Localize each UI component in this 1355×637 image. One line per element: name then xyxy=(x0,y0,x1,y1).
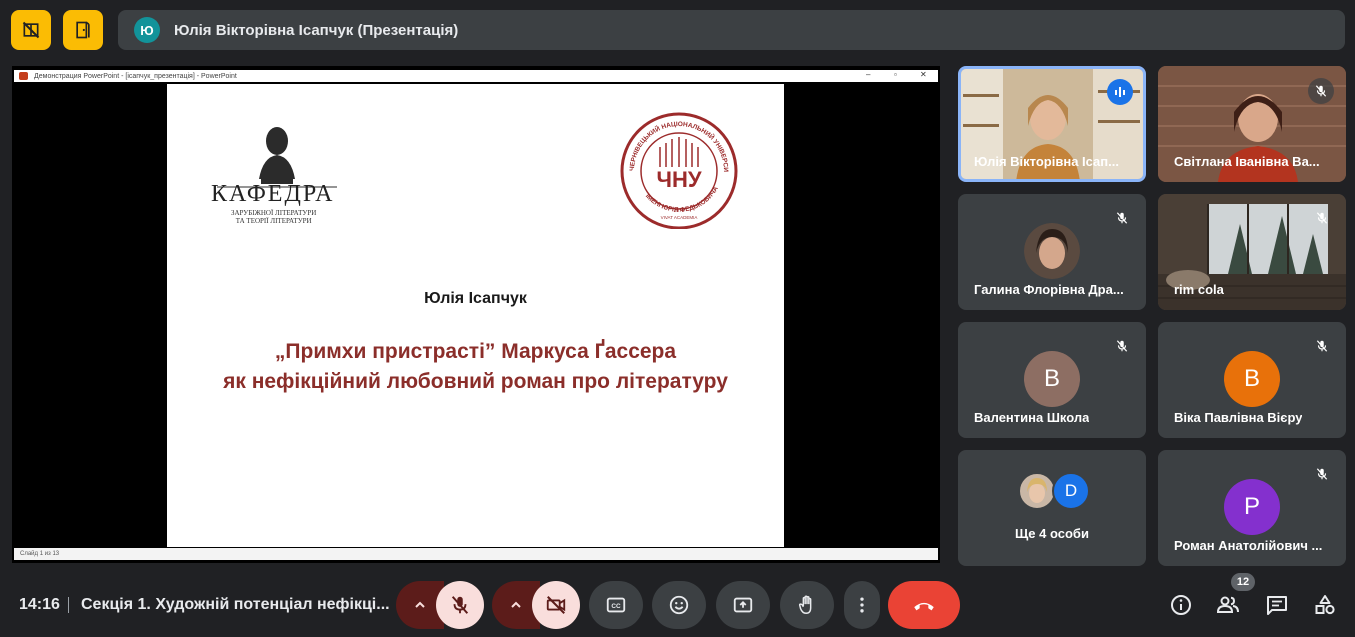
people-button[interactable] xyxy=(1216,593,1240,617)
layout-button[interactable] xyxy=(63,10,103,50)
mic-off-icon xyxy=(1112,336,1132,356)
mic-off-icon xyxy=(1312,336,1332,356)
maximize-icon: ▫ xyxy=(894,70,897,79)
microphone-toggle-button[interactable] xyxy=(436,581,484,629)
participant-name: rim cola xyxy=(1174,282,1224,297)
participant-name: Валентина Школа xyxy=(974,410,1090,425)
mic-off-icon xyxy=(1308,78,1334,104)
participant-name: Галина Флорівна Дра... xyxy=(974,282,1124,297)
university-seal: ЧЕРНІВЕЦЬКИЙ НАЦІОНАЛЬНИЙ УНІВЕРСИТЕТ ІМ… xyxy=(610,104,747,230)
participant-name: Віка Павлівна Вієру xyxy=(1174,410,1303,425)
participant-photo xyxy=(1024,223,1080,279)
minimize-icon: – xyxy=(866,70,871,79)
hide-tiles-button[interactable] xyxy=(11,10,51,50)
powerpoint-statusbar: Слайд 1 из 13 xyxy=(14,548,938,560)
participant-tile-5[interactable]: В Валентина Школа xyxy=(958,322,1146,438)
more-options-button[interactable] xyxy=(844,581,880,629)
meeting-details-button[interactable] xyxy=(1169,593,1193,617)
mic-off-icon xyxy=(1312,208,1332,228)
presentation-title-bar: Ю Юлія Вікторівна Ісапчук (Презентація) xyxy=(118,10,1345,50)
participant-tile-3[interactable]: Галина Флорівна Дра... xyxy=(958,194,1146,310)
meeting-title: Секція 1. Художній потенціал нефікці... xyxy=(81,596,390,613)
presentation-title: Юлія Вікторівна Ісапчук (Презентація) xyxy=(174,21,459,39)
info-icon xyxy=(1171,595,1191,615)
kafedra-logo: КАФЕДРА ЗАРУБІЖНОЇ ЛІТЕРАТУРИ ТА ТЕОРІЇ … xyxy=(197,119,357,225)
hand-icon xyxy=(798,595,812,614)
kafedra-subtitle-line2: ТА ТЕОРІЇ ЛІТЕРАТУРИ xyxy=(235,217,312,225)
activities-button[interactable] xyxy=(1313,593,1337,617)
close-icon: ✕ xyxy=(920,70,927,79)
chat-button[interactable] xyxy=(1265,593,1289,617)
mic-off-icon xyxy=(451,596,469,614)
slide-title-line2: як нефікційний любовний роман про літера… xyxy=(223,370,728,393)
people-count-badge: 12 xyxy=(1231,573,1255,591)
slide-author: Юлія Ісапчук xyxy=(424,290,527,307)
camera-off-icon xyxy=(546,596,566,614)
present-button[interactable] xyxy=(716,581,770,629)
kafedra-word: КАФЕДРА xyxy=(211,181,335,207)
raise-hand-button[interactable] xyxy=(780,581,834,629)
powerpoint-window-title: Демонстрация PowerPoint - [ісапчук_презе… xyxy=(34,72,237,80)
chevron-up-icon xyxy=(511,601,521,608)
more-vert-icon xyxy=(860,597,864,613)
participant-tile-8[interactable]: Р Роман Анатолійович ... xyxy=(1158,450,1346,566)
participant-avatar: В xyxy=(1024,351,1080,407)
present-screen-icon xyxy=(733,597,753,613)
slide-counter: Слайд 1 из 13 xyxy=(20,551,60,557)
bust-icon xyxy=(217,127,337,188)
participant-tile-2[interactable]: Світлана Іванівна Ва... xyxy=(1158,66,1346,182)
participant-tile-4[interactable]: rim cola xyxy=(1158,194,1346,310)
grid-off-icon xyxy=(22,21,40,39)
mic-off-icon xyxy=(1112,208,1132,228)
speaking-indicator-icon xyxy=(1107,79,1133,105)
chat-icon xyxy=(1267,596,1287,615)
participant-name: Світлана Іванівна Ва... xyxy=(1174,154,1320,169)
slide: КАФЕДРА ЗАРУБІЖНОЇ ЛІТЕРАТУРИ ТА ТЕОРІЇ … xyxy=(167,84,784,547)
shared-screen: Демонстрация PowerPoint - [ісапчук_презе… xyxy=(12,66,940,563)
kafedra-subtitle-line1: ЗАРУБІЖНОЇ ЛІТЕРАТУРИ xyxy=(231,209,317,217)
svg-text:CC: CC xyxy=(611,603,621,610)
participant-name: Роман Анатолійович ... xyxy=(1174,538,1323,553)
divider xyxy=(68,597,69,613)
reactions-button[interactable] xyxy=(652,581,706,629)
mic-off-icon xyxy=(1312,464,1332,484)
powerpoint-icon xyxy=(19,72,28,80)
captions-button[interactable]: CC xyxy=(589,581,643,629)
clock: 14:16 xyxy=(19,596,60,613)
kafedra-subtitle: ЗАРУБІЖНОЇ ЛІТЕРАТУРИ ТА ТЕОРІЇ ЛІТЕРАТУ… xyxy=(231,209,316,225)
shapes-icon xyxy=(1315,595,1335,615)
presenter-avatar: Ю xyxy=(134,17,160,43)
participant-tile-1[interactable]: Юлія Вікторівна Ісап... xyxy=(958,66,1146,182)
participant-tile-6[interactable]: В Віка Павлівна Вієру xyxy=(1158,322,1346,438)
participant-name: Юлія Вікторівна Ісап... xyxy=(974,154,1119,169)
hang-up-icon xyxy=(914,602,934,611)
more-participants-tile[interactable]: D Ще 4 особи xyxy=(958,450,1146,566)
seal-motto: VIVAT ACADEMIA xyxy=(661,215,698,220)
participant-photo xyxy=(1018,472,1056,510)
camera-toggle-button[interactable] xyxy=(532,581,580,629)
participant-avatar: D xyxy=(1052,472,1090,510)
closed-captions-icon: CC xyxy=(606,597,626,613)
powerpoint-titlebar: Демонстрация PowerPoint - [ісапчук_презе… xyxy=(14,70,938,82)
chevron-up-icon xyxy=(415,601,425,608)
participant-avatar: В xyxy=(1224,351,1280,407)
emoji-icon xyxy=(669,595,689,615)
slide-title-line1: „Примхи пристрасті” Маркуса Ґассера xyxy=(274,340,677,363)
more-participants-label: Ще 4 особи xyxy=(1015,526,1089,541)
seal-center-text: ЧНУ xyxy=(656,167,701,192)
people-icon xyxy=(1216,596,1239,613)
seal-year: 1875 xyxy=(673,208,684,214)
door-icon xyxy=(76,21,90,39)
leave-call-button[interactable] xyxy=(888,581,960,629)
participant-avatar: Р xyxy=(1224,479,1280,535)
